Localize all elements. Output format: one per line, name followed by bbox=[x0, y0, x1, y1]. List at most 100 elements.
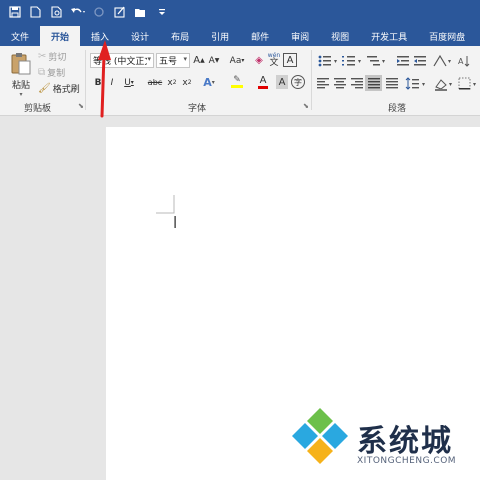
grow-font-icon: A bbox=[193, 55, 201, 66]
tab-design[interactable]: 设计 bbox=[120, 26, 160, 46]
bold-button[interactable]: B bbox=[93, 76, 103, 89]
new-doc-icon[interactable] bbox=[25, 0, 46, 24]
grow-font-button[interactable]: A ▲ bbox=[193, 54, 205, 67]
cut-label: 剪切 bbox=[48, 53, 67, 63]
tab-references[interactable]: 引用 bbox=[200, 26, 240, 46]
chinese-layout-icon bbox=[433, 54, 447, 67]
enclose-characters-button[interactable]: 字 bbox=[291, 75, 305, 89]
svg-text:▾: ▾ bbox=[448, 58, 451, 65]
watermark: 系统城 XITONGCHENG.COM bbox=[285, 400, 480, 480]
paste-dropdown-icon[interactable]: ▾ bbox=[19, 91, 22, 98]
chevron-down-icon[interactable]: ▾ bbox=[147, 55, 151, 63]
tab-developer[interactable]: 开发工具 bbox=[360, 26, 418, 46]
paste-label: 粘贴 bbox=[11, 81, 30, 91]
change-case-icon: Aa bbox=[229, 55, 242, 66]
strikethrough-button[interactable]: abc bbox=[147, 76, 163, 89]
group-separator bbox=[85, 50, 86, 110]
bullets-icon bbox=[318, 55, 331, 67]
character-shading-icon: A bbox=[278, 76, 286, 88]
xitongcheng-logo-icon bbox=[292, 408, 348, 464]
font-color-swatch bbox=[258, 85, 268, 89]
clipboard-group-label: 剪贴板 bbox=[24, 104, 52, 114]
svg-text:▾: ▾ bbox=[358, 58, 361, 65]
tab-insert[interactable]: 插入 bbox=[80, 26, 120, 46]
numbering-icon bbox=[342, 56, 355, 66]
cut-button[interactable]: ✂ 剪切 bbox=[38, 50, 66, 63]
subscript-button[interactable]: x2 bbox=[166, 76, 178, 89]
font-group-label: 字体 bbox=[188, 104, 207, 114]
font-color-button[interactable]: A bbox=[254, 75, 272, 89]
shrink-font-button[interactable]: A ▼ bbox=[208, 54, 220, 67]
change-case-button[interactable]: Aa ▾ bbox=[228, 54, 246, 67]
tab-layout[interactable]: 布局 bbox=[160, 26, 200, 46]
tab-baidu-netdisk[interactable]: 百度网盘 bbox=[418, 26, 476, 46]
italic-icon: I bbox=[110, 77, 114, 88]
svg-text:A: A bbox=[458, 57, 464, 66]
customize-icon[interactable] bbox=[151, 0, 172, 24]
open-icon[interactable] bbox=[130, 0, 151, 24]
redo-icon[interactable] bbox=[88, 0, 109, 24]
font-size-combo[interactable]: 五号 ▾ bbox=[156, 53, 190, 68]
superscript-button[interactable]: x2 bbox=[181, 76, 193, 89]
clipboard-dialog-launcher-icon[interactable]: ⬊ bbox=[78, 102, 84, 110]
font-name-combo[interactable]: 等线 (中文正文) ▾ bbox=[90, 53, 154, 68]
highlighter-icon: ✎ bbox=[233, 75, 241, 85]
tab-view[interactable]: 视图 bbox=[320, 26, 360, 46]
print-preview-icon[interactable] bbox=[46, 0, 67, 24]
font-name-value: 等线 (中文正文) bbox=[93, 57, 147, 67]
highlight-swatch bbox=[231, 85, 243, 88]
font-dialog-launcher-icon[interactable]: ⬊ bbox=[303, 102, 309, 110]
sort-icon: A bbox=[458, 56, 470, 67]
svg-text:▾: ▾ bbox=[422, 81, 425, 88]
line-spacing-icon bbox=[405, 77, 419, 90]
watermark-brand: 系统城 bbox=[357, 424, 453, 459]
undo-icon[interactable] bbox=[67, 0, 88, 24]
increase-indent-icon bbox=[414, 56, 426, 66]
distributed-icon bbox=[386, 78, 398, 89]
underline-button[interactable]: U ▾ bbox=[121, 76, 137, 89]
svg-text:▾: ▾ bbox=[382, 58, 385, 65]
text-effects-button[interactable]: A ▾ bbox=[200, 75, 218, 89]
pinyin-char: 文 bbox=[269, 57, 279, 68]
chevron-down-icon[interactable]: ▾ bbox=[183, 55, 187, 63]
copy-label: 复制 bbox=[47, 69, 66, 79]
group-separator bbox=[311, 50, 312, 110]
paintbrush-icon: 🖌 bbox=[38, 83, 51, 94]
ribbon-tabs: 文件 开始 插入 设计 布局 引用 邮件 审阅 视图 开发工具 百度网盘 bbox=[0, 24, 480, 46]
font-color-icon: A bbox=[259, 74, 267, 86]
paragraph-group-label: 段落 bbox=[388, 104, 407, 114]
strikethrough-icon: abc bbox=[147, 78, 163, 87]
character-border-button[interactable]: A bbox=[283, 53, 297, 67]
italic-button[interactable]: I bbox=[107, 76, 117, 89]
phonetic-guide-button[interactable]: wén 文 bbox=[267, 52, 281, 68]
enclose-characters-icon: 字 bbox=[294, 77, 302, 87]
character-border-icon: A bbox=[286, 54, 294, 66]
watermark-domain: XITONGCHENG.COM bbox=[357, 456, 457, 466]
text-effects-icon: A bbox=[203, 75, 212, 89]
format-painter-icon[interactable] bbox=[109, 0, 130, 24]
tab-mailings[interactable]: 邮件 bbox=[240, 26, 280, 46]
multilevel-list-icon bbox=[367, 56, 380, 66]
format-painter-label: 格式刷 bbox=[52, 85, 80, 95]
borders-icon bbox=[458, 77, 471, 90]
tab-file[interactable]: 文件 bbox=[0, 26, 40, 46]
quick-access-toolbar bbox=[0, 0, 480, 24]
tab-home[interactable]: 开始 bbox=[40, 26, 81, 46]
character-shading-button[interactable]: A bbox=[276, 75, 288, 89]
underline-icon: U bbox=[124, 77, 131, 88]
save-icon[interactable] bbox=[4, 0, 25, 24]
format-painter-button[interactable]: 🖌 格式刷 bbox=[38, 82, 80, 95]
shading-icon bbox=[435, 79, 447, 91]
decrease-indent-icon bbox=[397, 56, 409, 66]
tab-review[interactable]: 审阅 bbox=[280, 26, 320, 46]
align-left-icon bbox=[317, 78, 329, 89]
align-right-icon bbox=[351, 78, 363, 89]
align-center-icon bbox=[334, 78, 346, 89]
svg-text:▾: ▾ bbox=[473, 81, 476, 88]
copy-icon: ⧉ bbox=[38, 67, 46, 78]
svg-text:▾: ▾ bbox=[449, 81, 452, 88]
highlight-color-button[interactable]: ✎ bbox=[226, 75, 248, 89]
clear-formatting-button[interactable]: ◈ bbox=[253, 54, 265, 67]
paste-button[interactable]: 粘贴 ▾ bbox=[6, 52, 36, 98]
copy-button[interactable]: ⧉ 复制 bbox=[38, 66, 65, 79]
